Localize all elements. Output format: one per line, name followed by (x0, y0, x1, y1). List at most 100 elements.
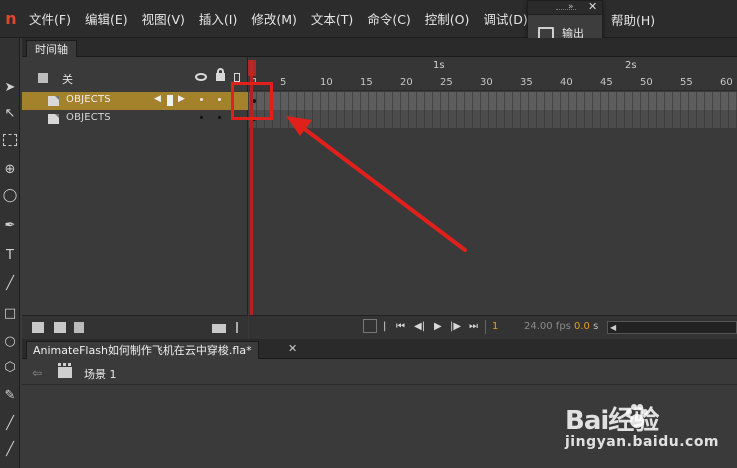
arrow-left-icon[interactable]: ◀ (154, 94, 161, 104)
frames-row-active[interactable] (249, 92, 737, 110)
frame-number: 20 (400, 77, 413, 88)
scene-label[interactable]: 场景 1 (84, 366, 117, 382)
watermark-url: jingyan.baidu.com (565, 434, 720, 450)
visibility-dot[interactable] (200, 98, 203, 101)
frame-number: 60 (720, 77, 733, 88)
scene-bar: ⇦ 场景 1 (22, 360, 737, 385)
3d-rotation-tool-icon[interactable]: ⊕ (2, 162, 18, 178)
menu-control[interactable]: 控制(O) (418, 0, 477, 38)
step-forward-icon[interactable]: |▶ (450, 320, 461, 334)
selection-tool-icon[interactable]: ➤ (2, 80, 18, 96)
oval-tool-icon[interactable]: ○ (2, 334, 18, 350)
menu-file[interactable]: 文件(F) (22, 0, 78, 38)
layer-footer (22, 315, 248, 339)
seconds-marker: 1s (433, 60, 445, 71)
tab-document[interactable]: AnimateFlash如何制作飞机在云中穿梭.fla* (26, 341, 259, 359)
clapperboard-icon (58, 363, 72, 378)
outline-icon[interactable] (234, 73, 240, 82)
collapse-icon[interactable]: » (568, 1, 574, 13)
lock-icon[interactable] (216, 68, 225, 81)
pencil-tool-icon[interactable]: ✎ (2, 388, 18, 404)
time-readout[interactable]: 0.0 s (574, 321, 598, 332)
menu-view[interactable]: 视图(V) (135, 0, 192, 38)
trash-icon[interactable] (74, 322, 84, 333)
frames-row[interactable] (249, 110, 737, 128)
timeline-controls: | ⏮ ◀| ▶ |▶ ⏭ 1 24.00 fps 0.0 s ◀ (249, 315, 737, 339)
layer-header-label: 关 (62, 73, 73, 86)
frame-number: 30 (480, 77, 493, 88)
text-tool-icon[interactable]: T (2, 248, 18, 264)
frame-number: 45 (600, 77, 613, 88)
menu-insert[interactable]: 插入(I) (192, 0, 244, 38)
onion-skin-icon[interactable] (363, 319, 377, 333)
frame-number: 40 (560, 77, 573, 88)
menu-bar: n 文件(F) 编辑(E) 视图(V) 插入(I) 修改(M) 文本(T) 命令… (0, 0, 737, 38)
timeline-scrollbar[interactable]: ◀ (607, 321, 737, 334)
layer-name: OBJECTS (66, 94, 111, 105)
play-icon[interactable]: ▶ (434, 320, 442, 334)
pen-tool-icon[interactable]: ✒ (2, 218, 18, 234)
menu-help[interactable]: 帮助(H) (604, 0, 662, 38)
free-transform-tool-icon[interactable] (3, 134, 17, 146)
visibility-dot[interactable] (200, 116, 203, 119)
layer-icon (48, 114, 59, 124)
frame-area[interactable]: 1s 2s 1 5 10 15 20 25 30 35 40 45 50 55 … (249, 57, 737, 315)
layer-folder-icon (38, 73, 48, 83)
fps-readout[interactable]: 24.00 fps (524, 321, 571, 332)
keyframe-marker-icon[interactable] (167, 95, 173, 106)
lock-dot[interactable] (218, 116, 221, 119)
paw-icon (626, 404, 648, 428)
frame-ruler[interactable]: 1s 2s 1 5 10 15 20 25 30 35 40 45 50 55 … (249, 57, 737, 91)
menu-modify[interactable]: 修改(M) (244, 0, 304, 38)
frame-number: 10 (320, 77, 333, 88)
layer-header: 关 (22, 57, 248, 91)
frame-number: 5 (280, 77, 287, 88)
go-to-last-frame-icon[interactable]: ⏭ (469, 320, 478, 334)
eye-icon[interactable] (195, 73, 207, 81)
scroll-left-icon[interactable]: ◀ (610, 323, 616, 332)
controls-divider (485, 320, 486, 334)
menu-edit[interactable]: 编辑(E) (78, 0, 135, 38)
frame-number: 50 (640, 77, 653, 88)
output-panel-titlebar[interactable]: » ✕ (528, 0, 602, 15)
divider-icon: | (383, 321, 387, 332)
menu-commands[interactable]: 命令(C) (360, 0, 417, 38)
lasso-tool-icon[interactable]: ◯ (2, 188, 18, 204)
back-arrow-icon[interactable]: ⇦ (32, 366, 42, 380)
arrow-right-icon[interactable]: ▶ (178, 94, 185, 104)
document-tabbar: AnimateFlash如何制作飞机在云中穿梭.fla* ✕ (22, 339, 737, 359)
highlight-box (231, 82, 273, 120)
go-to-first-frame-icon[interactable]: ⏮ (396, 320, 405, 334)
close-icon[interactable]: ✕ (288, 342, 297, 355)
frame-number: 35 (520, 77, 533, 88)
layer-panel: 关 OBJECTS ◀ ▶ OBJECTS (22, 57, 248, 339)
rectangle-tool-icon[interactable]: □ (2, 306, 18, 322)
layer-icon (48, 96, 59, 106)
brush-tool-icon[interactable]: ╱ (2, 416, 18, 432)
subselection-tool-icon[interactable]: ↖ (2, 106, 18, 122)
layer-row-objects-active[interactable]: OBJECTS ◀ ▶ (22, 92, 248, 110)
close-icon[interactable]: ✕ (588, 0, 597, 14)
line-tool-icon[interactable]: ╱ (2, 276, 18, 292)
frame-number: 25 (440, 77, 453, 88)
playhead-handle[interactable] (248, 60, 256, 76)
new-folder-icon[interactable] (54, 322, 66, 333)
paint-brush-tool-icon[interactable]: ╱ (2, 442, 18, 458)
menu-text[interactable]: 文本(T) (304, 0, 360, 38)
seconds-marker: 2s (625, 60, 637, 71)
step-back-icon[interactable]: ◀| (414, 320, 425, 334)
camera-icon[interactable] (212, 324, 226, 333)
app-logo: n (5, 9, 17, 28)
timeline-tabbar: 时间轴 (22, 38, 737, 57)
baidu-watermark: Bai经验 jingyan.baidu.com (565, 400, 735, 462)
current-frame-readout[interactable]: 1 (492, 321, 498, 332)
frame-number: 15 (360, 77, 373, 88)
polystar-tool-icon[interactable]: ⬡ (2, 360, 18, 376)
new-layer-icon[interactable] (32, 322, 44, 333)
panel-divider-icon (236, 322, 238, 333)
tab-timeline[interactable]: 时间轴 (26, 40, 77, 57)
lock-dot[interactable] (218, 98, 221, 101)
frame-number: 55 (680, 77, 693, 88)
layer-row-objects[interactable]: OBJECTS (22, 110, 248, 128)
time-value: 0.0 (574, 321, 590, 332)
